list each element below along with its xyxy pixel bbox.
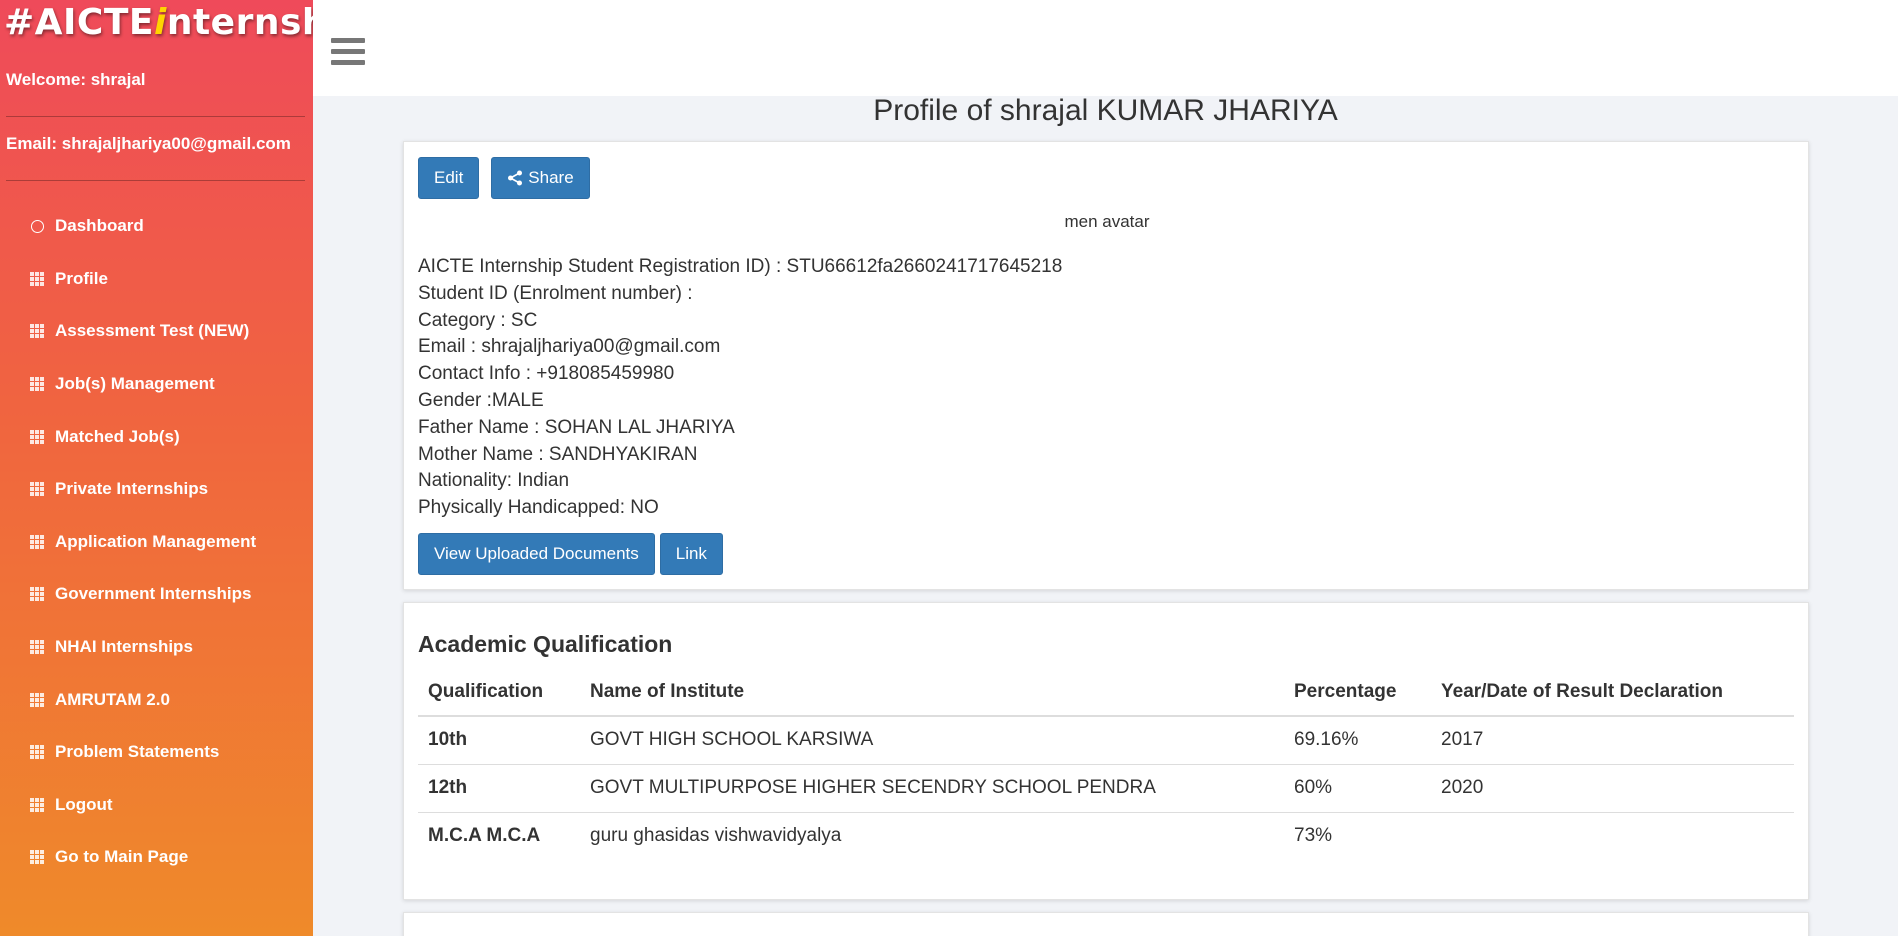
sidebar-item-problem-statements[interactable]: Problem Statements <box>0 726 313 779</box>
table-row: 12th GOVT MULTIPURPOSE HIGHER SECENDRY S… <box>418 763 1794 812</box>
link-button[interactable]: Link <box>659 533 723 575</box>
page-title: Profile of shrajal KUMAR JHARIYA <box>873 94 1338 127</box>
edit-button-label: Edit <box>434 168 464 187</box>
sidebar-item-private-internships[interactable]: Private Internships <box>0 463 313 516</box>
share-icon <box>507 170 523 186</box>
column-header: Name of Institute <box>580 668 1284 717</box>
sidebar-item-label: Profile <box>55 268 108 288</box>
table-row: 10th GOVT HIGH SCHOOL KARSIWA 69.16% 201… <box>418 716 1794 764</box>
logo-hash-text: #AICTE <box>4 2 154 43</box>
link-label: Link <box>675 544 707 563</box>
section-title: Academic Qualification <box>418 631 673 657</box>
nationality: Nationality: Indian <box>418 470 570 492</box>
grid-icon <box>29 271 45 287</box>
sidebar-item-government-internships[interactable]: Government Internships <box>0 568 313 621</box>
sidebar: #AICTEinternship Welcome: shrajal Email:… <box>0 0 313 936</box>
grid-icon <box>29 849 45 865</box>
sidebar-item-label: Government Internships <box>55 584 252 604</box>
grid-icon <box>29 744 45 760</box>
logo-i-mark: i <box>154 2 167 43</box>
sidebar-item-main-page[interactable]: Go to Main Page <box>0 831 313 884</box>
qualification-cell: 10th <box>428 729 468 751</box>
sidebar-item-label: Matched Job(s) <box>55 426 180 446</box>
percentage-cell: 73% <box>1284 811 1431 860</box>
sidebar-item-assessment-test[interactable]: Assessment Test (NEW) <box>0 305 313 358</box>
physically-handicapped: Physically Handicapped: NO <box>418 497 659 519</box>
registration-id: AICTE Internship Student Registration ID… <box>418 256 1063 277</box>
sidebar-item-logout[interactable]: Logout <box>0 779 313 832</box>
sidebar-item-label: Logout <box>55 794 113 814</box>
welcome-text: Welcome: shrajal <box>6 70 146 89</box>
institute-cell: GOVT HIGH SCHOOL KARSIWA <box>590 729 874 751</box>
grid-icon <box>29 639 45 655</box>
grid-icon <box>29 481 45 497</box>
mother-name: Mother Name : SANDHYAKIRAN <box>418 443 698 465</box>
edit-button[interactable]: Edit <box>418 157 480 199</box>
sidebar-item-label: Private Internships <box>55 479 209 499</box>
category: Category : SC <box>418 309 538 331</box>
student-id: Student ID (Enrolment number) : <box>418 282 693 304</box>
sidebar-item-profile[interactable]: Profile <box>0 253 313 306</box>
sidebar-item-matched-jobs[interactable]: Matched Job(s) <box>0 410 313 463</box>
sidebar-item-label: Dashboard <box>55 216 144 236</box>
grid-icon <box>29 692 45 708</box>
year-cell: 2017 <box>1441 729 1484 751</box>
institute-cell: guru ghasidas vishwavidyalya <box>580 811 1284 860</box>
contact-info: Contact Info : +918085459980 <box>418 363 675 385</box>
percentage-cell: 69.16% <box>1294 729 1359 751</box>
avatar: men avatar <box>1064 212 1150 231</box>
next-section-card <box>403 912 1809 936</box>
sidebar-item-application-management[interactable]: Application Management <box>0 516 313 569</box>
share-button[interactable]: Share <box>491 157 590 199</box>
sidebar-item-label: NHAI Internships <box>55 637 193 657</box>
academic-qualification-card: Academic Qualification Qualification Nam… <box>403 602 1809 900</box>
column-header: Year/Date of Result Declaration <box>1431 668 1794 717</box>
sidebar-item-nhai-internships[interactable]: NHAI Internships <box>0 621 313 674</box>
column-header: Qualification <box>418 668 580 717</box>
institute-cell: GOVT MULTIPURPOSE HIGHER SECENDRY SCHOOL… <box>580 763 1284 812</box>
circle-icon <box>29 218 45 234</box>
sidebar-divider <box>6 116 305 117</box>
user-email-text: Email: shrajaljhariya00@gmail.com <box>6 134 291 153</box>
sidebar-item-label: Problem Statements <box>55 742 220 762</box>
sidebar-item-job-management[interactable]: Job(s) Management <box>0 358 313 411</box>
sidebar-nav: Dashboard Profile Assessment Test (NEW) … <box>0 200 313 884</box>
sidebar-item-label: AMRUTAM 2.0 <box>55 689 170 709</box>
father-name: Father Name : SOHAN LAL JHARIYA <box>418 416 735 438</box>
sidebar-item-label: Go to Main Page <box>55 847 189 867</box>
sidebar-item-label: Assessment Test (NEW) <box>55 321 250 341</box>
table-header-row: Qualification Name of Institute Percenta… <box>418 668 1794 717</box>
aicte-internship-logo[interactable]: #AICTEinternship <box>4 2 313 50</box>
grid-icon <box>29 797 45 813</box>
sidebar-item-label: Job(s) Management <box>55 374 215 394</box>
view-uploaded-documents-button[interactable]: View Uploaded Documents <box>418 533 655 575</box>
column-header: Percentage <box>1284 668 1431 717</box>
grid-icon <box>29 376 45 392</box>
year-cell: 2020 <box>1431 763 1794 812</box>
qualification-cell: M.C.A M.C.A <box>418 811 580 860</box>
grid-icon <box>29 586 45 602</box>
year-cell <box>1431 811 1794 860</box>
percentage-cell: 60% <box>1284 763 1431 812</box>
sidebar-item-amrutam[interactable]: AMRUTAM 2.0 <box>0 673 313 726</box>
grid-icon <box>29 429 45 445</box>
sidebar-divider <box>6 180 305 181</box>
sidebar-item-label: Application Management <box>55 531 257 551</box>
grid-icon <box>29 534 45 550</box>
profile-info: AICTE Internship Student Registration ID… <box>418 254 1062 522</box>
table-row: M.C.A M.C.A guru ghasidas vishwavidyalya… <box>418 811 1794 860</box>
view-docs-label: View Uploaded Documents <box>434 544 639 563</box>
top-bar <box>313 0 1898 96</box>
qualification-cell: 12th <box>418 763 580 812</box>
share-button-label: Share <box>528 168 574 187</box>
hamburger-icon[interactable] <box>331 38 365 68</box>
logo-rest-text: nternship <box>166 2 313 43</box>
email-info: Email : shrajaljhariya00@gmail.com <box>418 336 721 358</box>
profile-card: Edit Share men avatar AICTE Internship S… <box>403 141 1809 590</box>
grid-icon <box>29 323 45 339</box>
gender: Gender :MALE <box>418 389 544 411</box>
academic-table: Qualification Name of Institute Percenta… <box>418 668 1794 860</box>
sidebar-item-dashboard[interactable]: Dashboard <box>0 200 313 253</box>
